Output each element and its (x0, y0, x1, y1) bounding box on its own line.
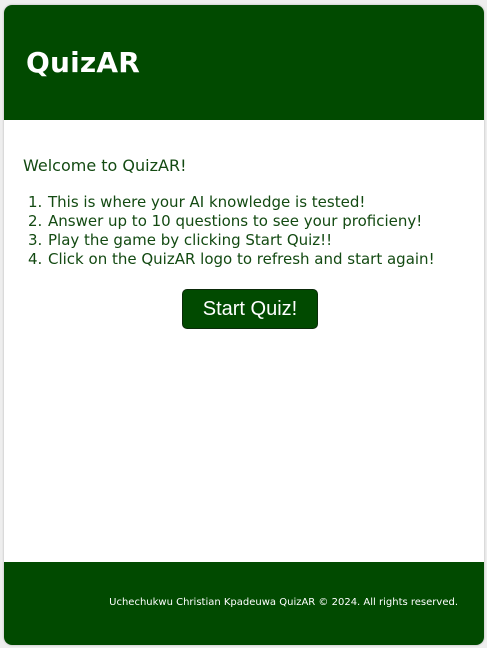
header: QuizAR (4, 5, 484, 120)
rule-number: 4. (28, 250, 43, 268)
app-window: QuizAR Welcome to QuizAR! 1. This is wher… (4, 5, 484, 645)
rule-text: Answer up to 10 questions to see your pr… (48, 212, 423, 230)
copyright-text: Uchechukwu Christian Kpadeuwa QuizAR © 2… (109, 597, 458, 608)
quizar-logo[interactable]: QuizAR (26, 45, 140, 81)
rule-text: This is where your AI knowledge is teste… (48, 193, 366, 211)
rule-item: 4. Click on the QuizAR logo to refresh an… (28, 250, 435, 269)
footer: Uchechukwu Christian Kpadeuwa QuizAR © 2… (4, 562, 484, 645)
main-content: Welcome to QuizAR! 1. This is where your … (4, 120, 484, 562)
rule-item: 1. This is where your AI knowledge is tes… (28, 193, 435, 212)
welcome-text: Welcome to QuizAR! (23, 156, 187, 175)
rule-number: 2. (28, 212, 43, 230)
rule-number: 3. (28, 231, 43, 249)
rule-item: 2. Answer up to 10 questions to see your … (28, 212, 435, 231)
rule-number: 1. (28, 193, 43, 211)
rules-list: 1. This is where your AI knowledge is tes… (28, 193, 435, 269)
rule-item: 3. Play the game by clicking Start Quiz!! (28, 231, 435, 250)
rule-text: Play the game by clicking Start Quiz!! (48, 231, 333, 249)
start-quiz-button[interactable]: Start Quiz! (182, 289, 318, 329)
rule-text: Click on the QuizAR logo to refresh and … (48, 250, 435, 268)
